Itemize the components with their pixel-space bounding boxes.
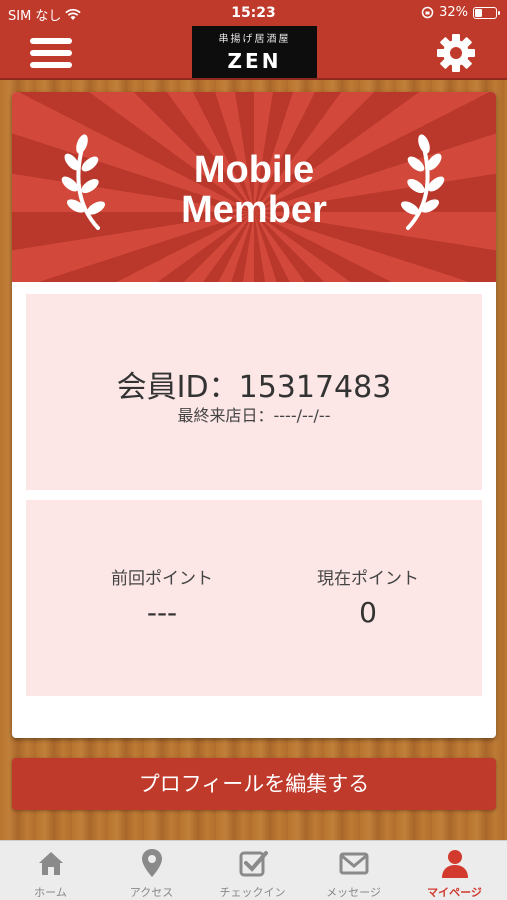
rotation-lock-icon <box>421 6 434 19</box>
bottom-tab-bar: ホーム アクセス チェックイン メッセージ マイページ <box>0 840 507 900</box>
previous-points-value: --- <box>146 596 178 629</box>
envelope-icon <box>339 852 369 875</box>
menu-button[interactable] <box>30 36 74 70</box>
current-points-label: 現在ポイント <box>317 569 419 589</box>
user-icon <box>442 850 468 878</box>
member-id-panel: 会員ID：15317483 最終来店日：----/--/-- <box>26 294 482 490</box>
edit-profile-button[interactable]: プロフィールを編集する <box>12 758 496 810</box>
logo-subtitle: 串揚げ居酒屋 <box>218 34 291 45</box>
status-right: 32% <box>421 5 500 20</box>
current-points-value: 0 <box>359 596 377 629</box>
tab-label: メッセージ <box>326 886 381 899</box>
tab-label: チェックイン <box>219 886 286 899</box>
member-id: 会員ID：15317483 <box>116 370 392 405</box>
gear-icon <box>437 34 475 72</box>
app-header: 串揚げ居酒屋 ZEN <box>0 26 507 80</box>
member-card: Mobile Member 会員ID：15317483 最終来店日：----/-… <box>12 92 496 738</box>
laurel-right-icon <box>400 134 445 230</box>
tab-label: アクセス <box>129 886 174 899</box>
tab-access[interactable]: アクセス <box>101 841 202 900</box>
last-visit-date: 最終来店日：----/--/-- <box>177 406 331 425</box>
previous-points-label: 前回ポイント <box>111 569 213 589</box>
settings-button[interactable] <box>435 32 477 74</box>
checkbox-icon <box>239 851 268 877</box>
battery-percent: 32% <box>439 5 468 20</box>
shop-logo: 串揚げ居酒屋 ZEN <box>192 26 317 78</box>
status-bar: SIM なし 15:23 32% <box>0 0 507 26</box>
tab-checkin[interactable]: チェックイン <box>202 841 303 900</box>
tab-home[interactable]: ホーム <box>0 841 101 900</box>
tab-mypage[interactable]: マイページ <box>404 841 505 900</box>
map-pin-icon <box>142 849 162 877</box>
member-banner: Mobile Member <box>12 92 496 282</box>
battery-icon <box>473 6 500 19</box>
tab-label: マイページ <box>427 886 482 899</box>
tab-label: ホーム <box>34 886 67 899</box>
home-icon <box>39 852 63 875</box>
points-panel: 前回ポイント --- 現在ポイント 0 <box>26 500 482 696</box>
logo-title: ZEN <box>227 49 282 73</box>
tab-messages[interactable]: メッセージ <box>303 841 404 900</box>
